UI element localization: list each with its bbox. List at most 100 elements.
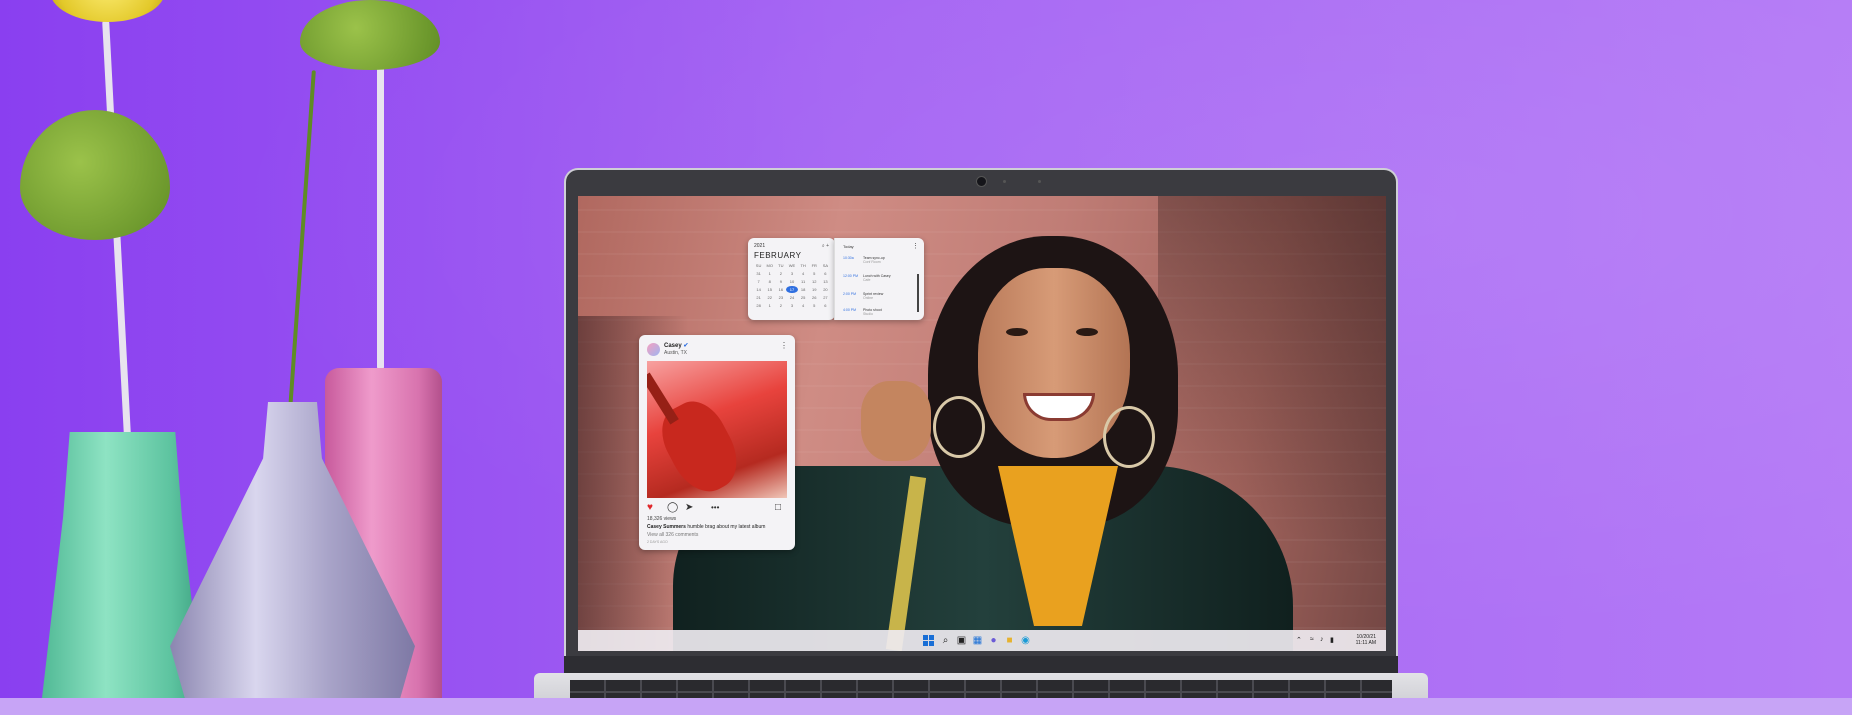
calendar-day[interactable]: 7 — [753, 278, 764, 285]
wallpaper-earring — [933, 396, 985, 458]
calendar-day[interactable]: 6 — [820, 270, 831, 277]
agenda-event[interactable]: 4:00 PM Photo shoot Studio — [843, 308, 913, 319]
avatar[interactable] — [647, 343, 660, 356]
system-tray: ⌃ ≈ ♪ ▮ 10/20/21 11:11 AM — [1296, 634, 1376, 648]
calendar-day[interactable]: 3 — [786, 302, 797, 309]
flower-stem — [377, 60, 384, 370]
battery-icon[interactable]: ▮ — [1330, 636, 1334, 644]
calendar-day[interactable]: 4 — [798, 302, 809, 309]
calendar-day[interactable]: 1 — [764, 270, 775, 277]
chat-icon[interactable]: ● — [988, 635, 999, 646]
event-location: Online — [863, 296, 874, 300]
search-icon[interactable]: ⌕ — [940, 635, 951, 646]
wallpaper-earring — [1103, 406, 1155, 468]
calendar-day[interactable]: 28 — [753, 302, 764, 309]
post-location[interactable]: Austin, TX — [664, 350, 687, 356]
calendar-day[interactable]: 26 — [809, 294, 820, 301]
calendar-day[interactable]: 27 — [820, 294, 831, 301]
weekday-label: SA — [822, 263, 829, 268]
calendar-day[interactable]: 1 — [764, 302, 775, 309]
calendar-icons: ⌕ + — [822, 243, 829, 249]
more-options-icon[interactable]: ⋮ — [780, 341, 788, 350]
more-options-icon[interactable]: ⋮ — [912, 242, 919, 250]
calendar-day[interactable]: 14 — [753, 286, 764, 293]
agenda-event[interactable]: 10:30a Team sync-up Conf Room — [843, 256, 913, 267]
username-text: Casey — [664, 343, 682, 349]
calendar-day[interactable]: 19 — [809, 286, 820, 293]
wallpaper-eye — [1076, 328, 1098, 336]
post-views: 18,326 views — [647, 516, 677, 522]
calendar-day[interactable]: 4 — [798, 270, 809, 277]
volume-icon[interactable]: ♪ — [1320, 636, 1324, 643]
agenda-scrollbar[interactable] — [917, 274, 919, 312]
agenda-event[interactable]: 2:00 PM Sprint review Online — [843, 292, 913, 303]
chevron-up-icon[interactable]: ⌃ — [1296, 636, 1302, 644]
caption-text: humble brag about my latest album — [687, 524, 766, 530]
calendar-day[interactable]: 5 — [809, 302, 820, 309]
calendar-day[interactable]: 23 — [775, 294, 786, 301]
calendar-day[interactable]: 31 — [753, 270, 764, 277]
calendar-day[interactable]: 20 — [820, 286, 831, 293]
calendar-grid: SU MO TU WE TH FR SA 31 1 2 3 4 5 6 7 8 9 10 11 12 13 14 15 16 1… — [753, 262, 831, 309]
weekday-label: TU — [778, 263, 784, 268]
like-heart-icon[interactable]: ♥ — [647, 502, 653, 514]
calendar-day[interactable]: 12 — [809, 278, 820, 285]
agenda-event[interactable]: 12:00 PM Lunch with Casey Cafe — [843, 274, 913, 285]
calendar-day[interactable]: 24 — [786, 294, 797, 301]
social-post-widget[interactable]: Casey ✔ Austin, TX ⋮ ♥ ◯ ➤ ••• □ 18,326 … — [639, 335, 795, 550]
wallpaper-eye — [1006, 328, 1028, 336]
calendar-day[interactable]: 17 — [786, 286, 798, 293]
calendar-day[interactable]: 10 — [786, 278, 797, 285]
file-explorer-icon[interactable]: ■ — [1004, 635, 1015, 646]
weekday-label: TH — [800, 263, 806, 268]
wifi-icon[interactable]: ≈ — [1310, 636, 1314, 643]
calendar-day[interactable]: 25 — [798, 294, 809, 301]
calendar-day[interactable]: 8 — [764, 278, 775, 285]
calendar-day[interactable]: 18 — [798, 286, 809, 293]
calendar-day[interactable]: 9 — [775, 278, 786, 285]
calendar-day[interactable]: 3 — [786, 270, 797, 277]
calendar-day[interactable]: 11 — [798, 278, 809, 285]
post-username[interactable]: Casey ✔ — [664, 342, 688, 349]
calendar-year[interactable]: 2021 — [754, 243, 765, 249]
weekday-label: WE — [788, 263, 796, 268]
weekday-label: SU — [755, 263, 762, 268]
taskbar: ⌕ ▣ ▦ ● ■ ◉ ⌃ ≈ ♪ ▮ 10/20/21 11:11 AM — [578, 630, 1386, 651]
calendar-day[interactable]: 22 — [764, 294, 775, 301]
calendar-day[interactable]: 13 — [820, 278, 831, 285]
add-icon[interactable]: + — [826, 243, 829, 249]
search-icon[interactable]: ⌕ — [822, 243, 825, 249]
edge-icon[interactable]: ◉ — [1020, 635, 1031, 646]
desktop-screen: 2021 ⌕ + FEBRUARY SU MO TU WE TH FR SA 31 1 2 3 4 5 6… — [578, 196, 1386, 651]
share-icon[interactable]: ➤ — [685, 502, 693, 514]
calendar-day[interactable]: 5 — [809, 270, 820, 277]
weekday-label: FR — [811, 263, 817, 268]
calendar-day[interactable]: 2 — [775, 270, 786, 277]
calendar-day[interactable]: 2 — [775, 302, 786, 309]
bookmark-icon[interactable]: □ — [775, 502, 781, 514]
event-time: 10:30a — [843, 256, 854, 260]
desk-surface — [0, 698, 1852, 715]
event-time: 2:00 PM — [843, 292, 857, 296]
post-photo[interactable] — [647, 361, 787, 498]
view-comments-link[interactable]: View all 326 comments — [647, 532, 698, 538]
calendar-day[interactable]: 21 — [753, 294, 764, 301]
caption-username[interactable]: Casey Summers — [647, 524, 686, 530]
calendar-day[interactable]: 15 — [764, 286, 775, 293]
webcam — [976, 176, 987, 187]
calendar-day[interactable]: 6 — [820, 302, 831, 309]
post-caption: Casey Summers humble brag about my lates… — [647, 524, 787, 530]
weekday-label: MO — [766, 263, 773, 268]
calendar-widget[interactable]: 2021 ⌕ + FEBRUARY SU MO TU WE TH FR SA 31 1 2 3 4 5 6… — [748, 238, 835, 320]
task-view-icon[interactable]: ▣ — [956, 635, 967, 646]
comment-icon[interactable]: ◯ — [667, 502, 678, 514]
calendar-day[interactable]: 16 — [775, 286, 786, 293]
event-location: Cafe — [863, 278, 871, 282]
agenda-widget[interactable]: Today ⋮ 10:30a Team sync-up Conf Room 12… — [834, 238, 924, 320]
guitar-neck-image — [647, 372, 679, 425]
start-icon[interactable] — [923, 635, 934, 646]
clock[interactable]: 10/20/21 11:11 AM — [1348, 634, 1376, 646]
widgets-icon[interactable]: ▦ — [972, 635, 983, 646]
post-actions: ♥ ◯ ➤ ••• □ — [647, 502, 787, 514]
keyboard-row-divider — [570, 691, 1392, 693]
